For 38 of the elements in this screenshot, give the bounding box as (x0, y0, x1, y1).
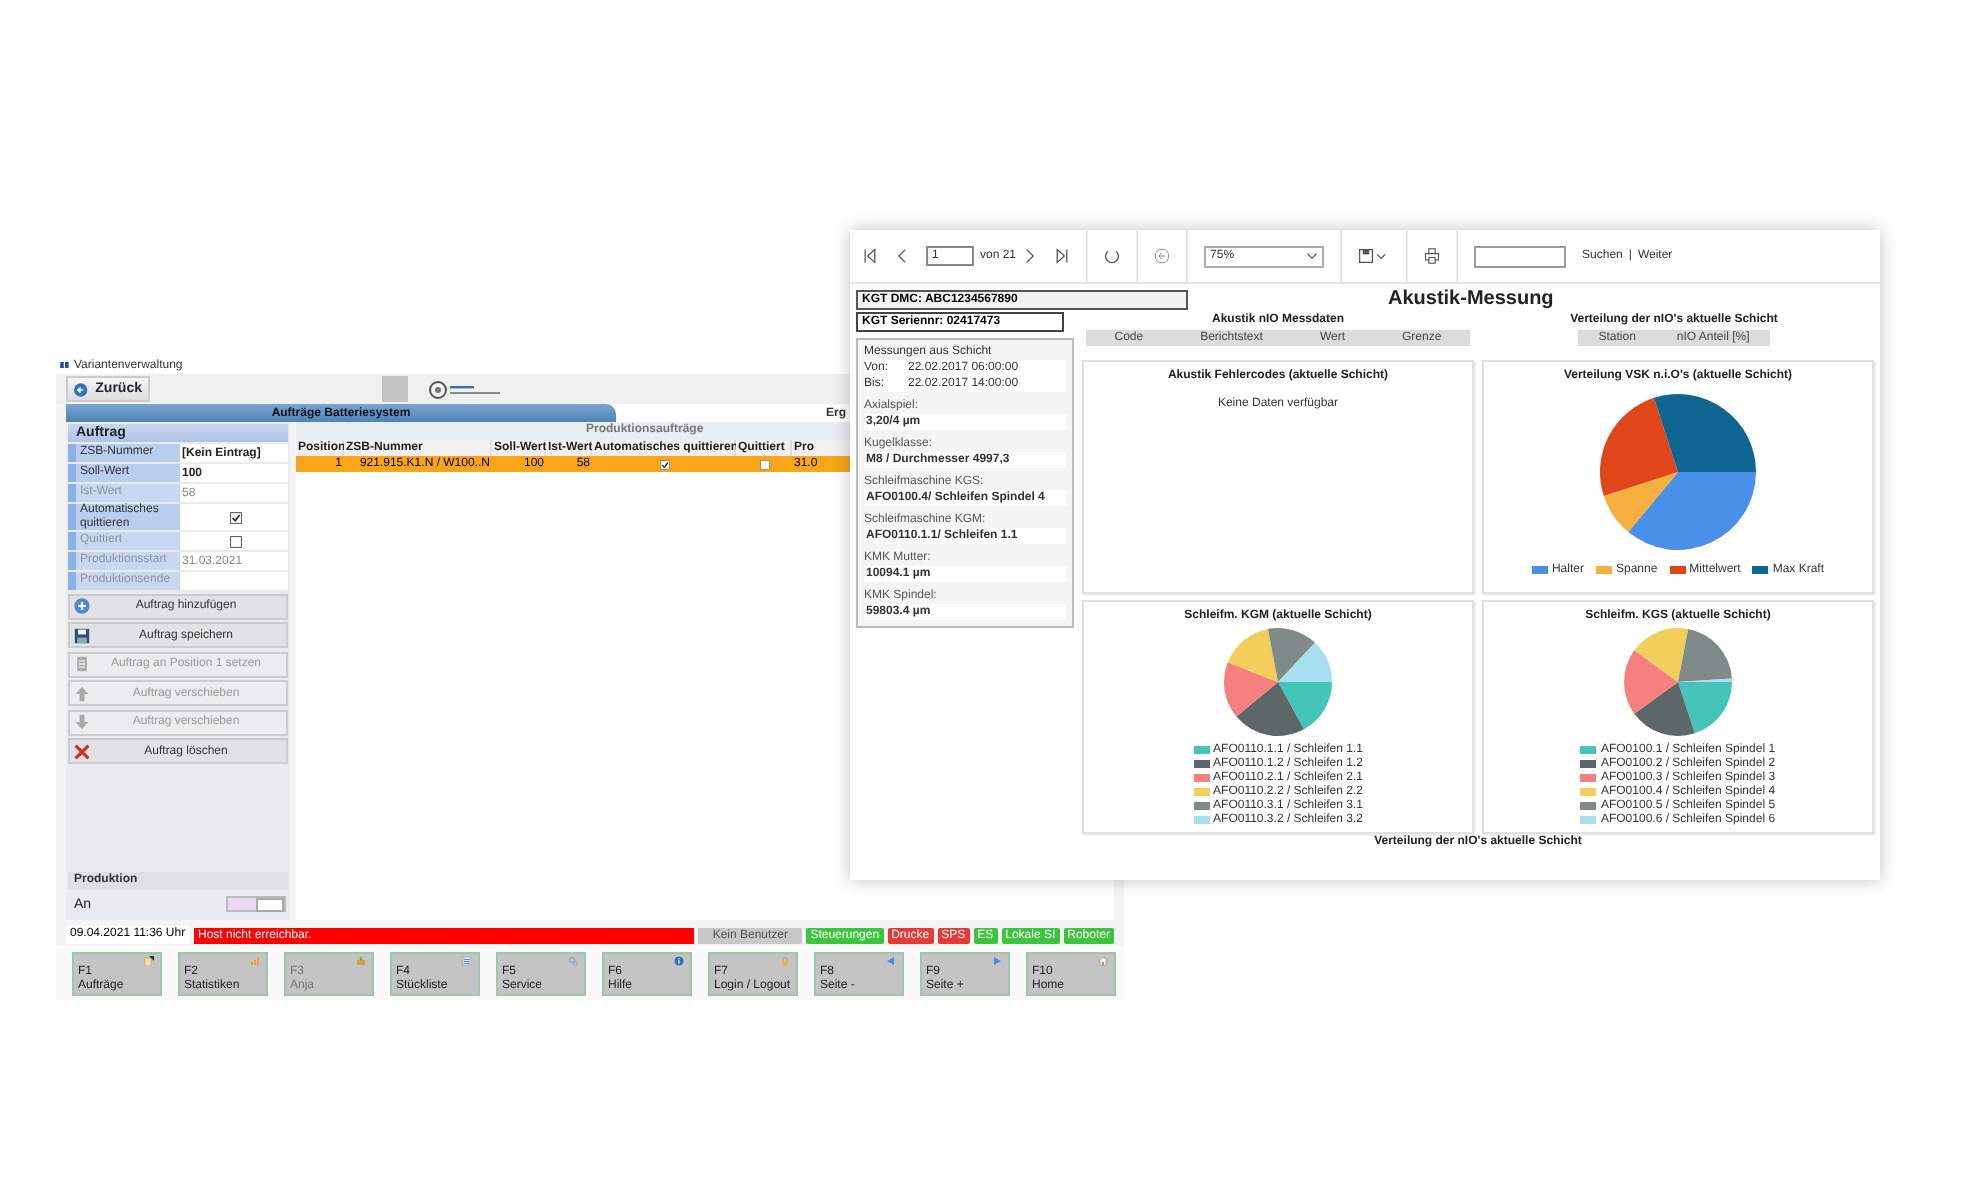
save-icon (74, 627, 90, 643)
first-page-icon[interactable] (862, 248, 878, 264)
left-arrow-icon (884, 956, 898, 966)
plus-icon (74, 598, 90, 614)
home-icon (1096, 956, 1110, 966)
lock-icon (778, 956, 792, 966)
checkbox[interactable] (759, 459, 769, 469)
box-icon (354, 956, 368, 966)
placeholder-square (382, 376, 408, 402)
app-icon (60, 362, 70, 368)
print-icon[interactable] (1424, 248, 1441, 264)
info-icon (672, 956, 686, 966)
checkbox[interactable] (659, 459, 669, 469)
toggle-switch[interactable] (226, 896, 286, 912)
list-icon (74, 656, 90, 672)
list-icon (460, 956, 474, 966)
checkbox[interactable] (229, 511, 241, 523)
previous-page-icon[interactable] (894, 248, 910, 264)
back-arrow-icon (74, 381, 88, 397)
down-arrow-icon (74, 714, 90, 730)
refresh-icon[interactable] (1104, 248, 1121, 264)
company-logo (428, 379, 504, 399)
save-dropdown-icon[interactable] (1358, 248, 1391, 264)
back-circle-icon[interactable] (1154, 248, 1171, 264)
search-field[interactable] (1474, 245, 1567, 267)
chart-icon (248, 956, 262, 966)
last-page-icon[interactable] (1054, 248, 1071, 264)
document-icon (142, 956, 156, 966)
up-arrow-icon (74, 685, 90, 701)
caret-icon (1306, 252, 1319, 260)
cross-icon (74, 743, 90, 759)
gear-icon (566, 956, 580, 966)
right-arrow-icon (990, 956, 1004, 966)
pie-chart-drawing (1224, 628, 1332, 736)
report-title: Akustik-Messung (1388, 288, 1554, 310)
pie-chart-drawing (1624, 628, 1732, 736)
next-page-icon[interactable] (1022, 248, 1039, 264)
input-field[interactable] (180, 572, 288, 590)
